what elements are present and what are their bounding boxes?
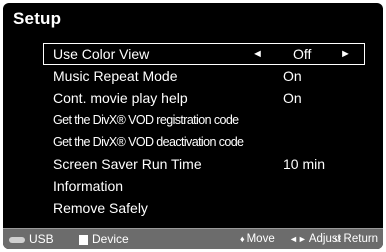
help-return-label: Return [343,233,379,245]
setup-menu: Use Color View ◄ Off ► Music Repeat Mode… [43,43,365,219]
menu-item-label: Information [53,178,124,194]
menu-item-information[interactable]: Information [43,175,365,197]
menu-item-screen-saver-run-time[interactable]: Screen Saver Run Time 10 min [43,153,365,175]
help-return: ↺ Return [334,229,378,249]
menu-item-label: Remove Safely [53,200,148,216]
menu-item-remove-safely[interactable]: Remove Safely [43,197,365,219]
move-icon: ♦ [240,234,245,244]
menu-item-label: Get the DivX® VOD deactivation code [53,135,244,149]
menu-item-label: Screen Saver Run Time [53,156,202,172]
arrow-right-icon[interactable]: ► [340,43,351,65]
menu-item-value: On [283,68,302,84]
arrow-left-icon[interactable]: ◄ [252,43,263,65]
menu-item-value: 10 min [283,156,326,172]
tv-menu-screen: Setup Use Color View ◄ Off ► Music Repea… [3,3,383,249]
help-move-label: Move [246,233,275,245]
usb-icon [9,236,25,243]
device-icon [79,234,88,245]
menu-item-label: Music Repeat Mode [53,68,178,84]
menu-item-label: Get the DivX® VOD registration code [53,113,239,127]
source-usb[interactable]: USB [9,229,73,249]
adjust-icon: ◄► [289,234,307,244]
menu-item-music-repeat-mode[interactable]: Music Repeat Mode On [43,65,365,87]
menu-item-divx-deactivation-code[interactable]: Get the DivX® VOD deactivation code [43,131,365,153]
help-move: ♦ Move [240,229,275,249]
menu-item-cont-movie-play-help[interactable]: Cont. movie play help On [43,87,365,109]
menu-title: Setup [13,9,62,28]
menu-item-value: Off [293,46,312,62]
menu-item-label: Use Color View [53,46,150,62]
menu-item-label: Cont. movie play help [53,90,188,106]
source-device[interactable]: Device [79,229,151,249]
source-device-label: Device [92,232,129,246]
menu-item-divx-registration-code[interactable]: Get the DivX® VOD registration code [43,109,365,131]
source-usb-label: USB [29,232,54,246]
bottom-bar: USB Device ♦ Move ◄► Adjust ↺ Return [3,228,383,249]
menu-item-value: On [283,90,302,106]
return-icon: ↺ [334,234,342,244]
menu-item-use-color-view[interactable]: Use Color View ◄ Off ► [43,43,365,65]
